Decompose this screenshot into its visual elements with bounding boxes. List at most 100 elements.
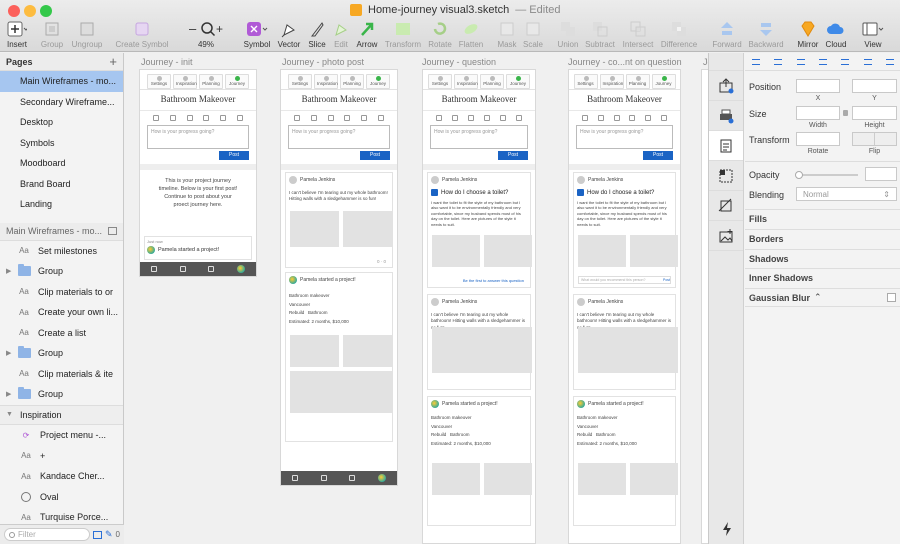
artboard-journey-photo-post[interactable]: Settings Inspiration Planning Journey Ba… — [280, 69, 398, 486]
collapse-icon[interactable] — [108, 227, 117, 235]
distribute-icon[interactable] — [885, 58, 894, 65]
width-field[interactable] — [796, 106, 840, 120]
transform-label: Transform — [749, 135, 790, 145]
y-field[interactable] — [852, 79, 897, 93]
align-bottom-icon[interactable] — [863, 58, 872, 65]
blending-select[interactable]: Normal ⇕ — [796, 187, 897, 201]
page-item[interactable]: Landing — [0, 194, 123, 215]
chevron-updown-icon[interactable]: ⌃ — [814, 292, 822, 303]
print-tab[interactable] — [709, 101, 743, 131]
layer-row[interactable]: Oval — [0, 487, 123, 508]
artboard-title[interactable]: Journey - photo post — [282, 57, 364, 67]
mock-photo — [343, 211, 392, 247]
crop-tab[interactable] — [709, 191, 743, 221]
inner-shadows-section[interactable]: Inner Shadows — [745, 268, 900, 287]
mock-room: Bathroom — [450, 432, 470, 438]
height-field[interactable] — [852, 106, 897, 120]
opacity-field[interactable] — [865, 167, 897, 181]
avatar — [577, 400, 585, 408]
export-tab[interactable] — [709, 71, 743, 101]
artboard-title[interactable]: Journey - co...nt on question — [568, 57, 682, 67]
mock-photo — [578, 463, 626, 495]
lock-icon[interactable] — [843, 110, 848, 116]
flip-control[interactable] — [852, 132, 897, 146]
artboard-title[interactable]: Journey - init — [141, 57, 193, 67]
disclosure-open-icon[interactable]: ▼ — [6, 411, 16, 418]
opacity-slider[interactable] — [795, 171, 858, 179]
gaussian-blur-section[interactable]: Gaussian Blur ⌃ — [745, 288, 900, 307]
layers-sidebar: Pages + Main Wireframes - mo... Secondar… — [0, 53, 124, 544]
ungroup-button[interactable]: Ungroup — [58, 18, 116, 49]
mock-bottom-bar — [140, 262, 256, 276]
layer-row[interactable]: Aa Clip materials to or — [0, 282, 123, 303]
close-window-button[interactable] — [8, 5, 20, 17]
mock-photo — [484, 463, 532, 495]
artboard-journey-init[interactable]: Settings Inspiration Planning Journey Ba… — [139, 69, 257, 277]
zoom-control[interactable]: – + 49% — [177, 18, 235, 49]
mock-author: Pamela Jenkins — [300, 177, 336, 183]
canvas[interactable]: Journey - init Journey - photo post Jour… — [125, 53, 708, 544]
x-field[interactable] — [796, 79, 840, 93]
align-center-icon[interactable] — [774, 58, 783, 65]
document-tab[interactable] — [709, 131, 743, 161]
zoom-window-button[interactable] — [40, 5, 52, 17]
text-layer-icon: Aa — [19, 287, 29, 297]
layer-row[interactable]: ⟳ Project menu -... — [0, 425, 123, 446]
layer-row[interactable]: Aa Create your own li... — [0, 302, 123, 323]
page-item[interactable]: Symbols — [0, 133, 123, 154]
layer-row-inspiration[interactable]: ▼ Inspiration — [0, 404, 123, 425]
minimize-window-button[interactable] — [24, 5, 36, 17]
fills-section[interactable]: Fills — [745, 209, 900, 228]
align-left-icon[interactable] — [752, 58, 761, 65]
shadows-section[interactable]: Shadows — [745, 249, 900, 268]
align-top-icon[interactable] — [818, 58, 827, 65]
flip-horizontal-icon[interactable] — [853, 133, 875, 145]
opacity-slider-knob[interactable] — [795, 171, 803, 179]
layer-row[interactable]: ▶ Group — [0, 343, 123, 364]
layer-row[interactable]: Aa + — [0, 446, 123, 467]
export-filter-icon[interactable] — [93, 530, 102, 539]
layer-row[interactable]: Aa Clip materials & ite — [0, 364, 123, 385]
artboard-title[interactable]: Journey - question — [422, 57, 496, 67]
layer-row[interactable]: ▶ Group — [0, 261, 123, 282]
mock-tab: Settings — [573, 74, 598, 89]
mock-started-text: Pamela started a project! — [442, 401, 498, 407]
page-item[interactable]: Brand Board — [0, 174, 123, 195]
align-right-icon[interactable] — [796, 58, 805, 65]
artboard-journey-clipped[interactable] — [701, 69, 708, 544]
page-item[interactable]: Desktop — [0, 112, 123, 133]
page-list: Main Wireframes - mo... Secondary Wirefr… — [0, 71, 123, 215]
disclosure-triangle-icon[interactable]: ▶ — [6, 390, 16, 398]
layout-tab[interactable] — [709, 161, 743, 191]
artboard-journey-question[interactable]: Settings Inspiration Planning Journey Ba… — [422, 69, 536, 544]
layer-label: Inspiration — [20, 409, 62, 420]
add-page-button[interactable]: + — [109, 54, 117, 69]
create-symbol-button[interactable]: Create Symbol — [113, 18, 171, 49]
filter-field[interactable]: Filter — [4, 528, 90, 541]
rotate-field[interactable] — [796, 132, 840, 146]
flip-vertical-icon[interactable] — [875, 133, 896, 145]
disclosure-triangle-icon[interactable]: ▶ — [6, 267, 16, 275]
layer-row[interactable]: Aa Create a list — [0, 323, 123, 344]
disclosure-triangle-icon[interactable]: ▶ — [6, 349, 16, 357]
chevron-updown-icon: ⇕ — [883, 190, 890, 199]
layer-row[interactable]: Aa Kandace Cher... — [0, 466, 123, 487]
layer-row[interactable]: Aa Set milestones — [0, 241, 123, 262]
symbol-instance-icon: ⟳ — [22, 430, 30, 440]
plugin-tab[interactable] — [709, 514, 744, 544]
page-item[interactable]: Moodboard — [0, 153, 123, 174]
borders-section[interactable]: Borders — [745, 229, 900, 248]
align-middle-icon[interactable] — [841, 58, 850, 65]
blur-checkbox[interactable] — [887, 293, 896, 302]
view-button[interactable]: View — [844, 18, 900, 49]
artboard-journey-comment[interactable]: Settings Inspiration Planning Journey Ba… — [568, 69, 681, 544]
printer-icon — [720, 109, 734, 123]
pen-filter-icon[interactable]: ✎ — [105, 529, 113, 540]
image-tab[interactable] — [709, 221, 743, 251]
layer-label: Create a list — [38, 327, 87, 338]
layer-label: Project menu -... — [40, 430, 107, 441]
page-item[interactable]: Secondary Wireframe... — [0, 92, 123, 113]
layer-row[interactable]: ▶ Group — [0, 384, 123, 405]
mock-icon-row — [423, 111, 535, 123]
page-item[interactable]: Main Wireframes - mo... — [0, 71, 123, 92]
